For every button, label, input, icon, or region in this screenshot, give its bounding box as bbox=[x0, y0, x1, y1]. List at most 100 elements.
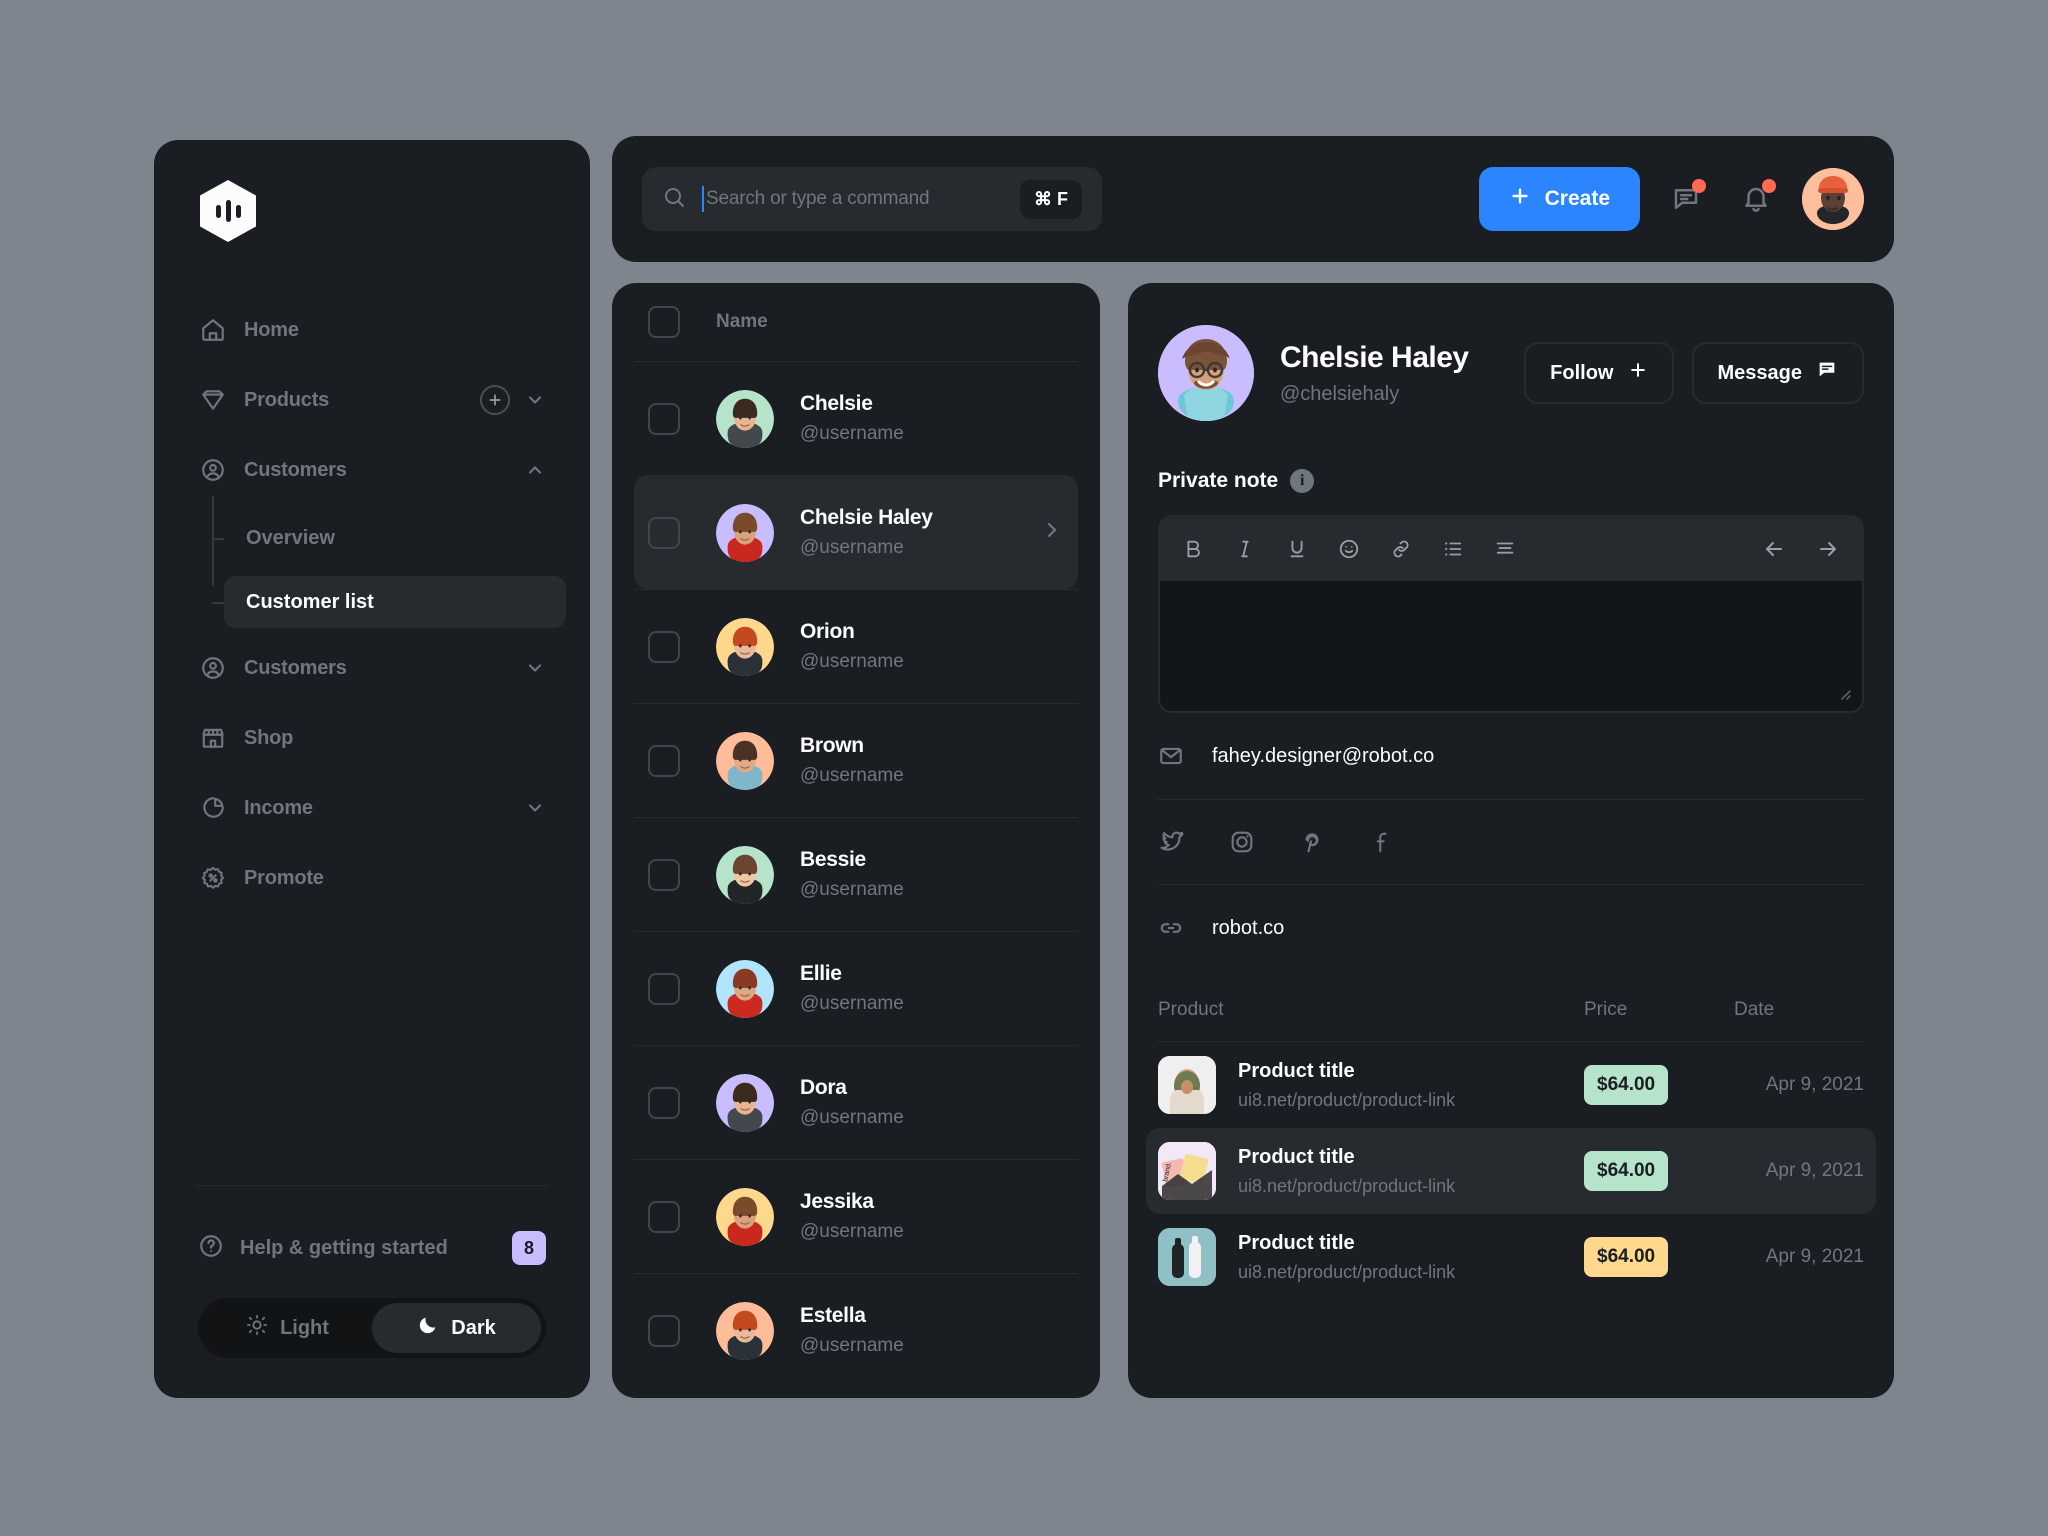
theme-option-dark[interactable]: Dark bbox=[372, 1303, 541, 1353]
row-text: Jessika @username bbox=[800, 1190, 904, 1243]
help-label: Help & getting started bbox=[240, 1236, 448, 1259]
row-checkbox[interactable] bbox=[648, 1200, 680, 1233]
row-checkbox[interactable] bbox=[648, 1314, 680, 1347]
logo-container[interactable] bbox=[154, 140, 590, 242]
align-icon[interactable] bbox=[1494, 538, 1516, 560]
email-row[interactable]: fahey.designer@robot.co bbox=[1158, 713, 1864, 800]
sidebar-item-label: Shop bbox=[244, 726, 294, 749]
row-checkbox[interactable] bbox=[648, 630, 680, 663]
customer-name: Estella bbox=[800, 1304, 866, 1327]
create-button-label: Create bbox=[1544, 187, 1610, 210]
question-circle-icon bbox=[198, 1233, 224, 1264]
search-icon bbox=[662, 185, 686, 214]
table-row[interactable]: Chelsie @username bbox=[634, 361, 1078, 475]
arrow-right-icon[interactable] bbox=[1816, 537, 1840, 561]
row-checkbox[interactable] bbox=[648, 744, 680, 777]
product-thumbnail bbox=[1158, 1056, 1216, 1114]
product-thumbnail bbox=[1158, 1228, 1216, 1286]
help-getting-started[interactable]: Help & getting started 8 bbox=[154, 1220, 590, 1276]
table-row[interactable]: Orion @username bbox=[634, 589, 1078, 703]
customer-username: @username bbox=[800, 423, 904, 444]
row-checkbox[interactable] bbox=[648, 1086, 680, 1119]
product-meta: Product title ui8.net/product/product-lin… bbox=[1238, 1146, 1584, 1197]
price-badge-wrap: $64.00 bbox=[1584, 1237, 1734, 1277]
customer-name: Chelsie Haley bbox=[800, 506, 933, 529]
sidebar-item-label: Products bbox=[244, 388, 330, 411]
table-row[interactable]: Jessika @username bbox=[634, 1159, 1078, 1273]
user-avatar[interactable] bbox=[1802, 168, 1864, 230]
add-product-button[interactable] bbox=[480, 385, 510, 415]
instagram-icon[interactable] bbox=[1228, 828, 1256, 856]
create-button[interactable]: Create bbox=[1478, 167, 1640, 231]
table-row[interactable]: Estella @username bbox=[634, 1273, 1078, 1387]
chevron-down-icon[interactable] bbox=[524, 389, 546, 411]
price-badge-wrap: $64.00 bbox=[1584, 1151, 1734, 1191]
chevron-right-icon[interactable] bbox=[1040, 518, 1064, 547]
notifications-button[interactable] bbox=[1732, 175, 1780, 223]
pie-chart-icon bbox=[198, 793, 228, 823]
chevron-down-icon[interactable] bbox=[524, 657, 546, 679]
product-row[interactable]: Product title ui8.net/product/product-lin… bbox=[1146, 1214, 1876, 1300]
text-caret bbox=[702, 186, 704, 212]
sidebar-item-label: Home bbox=[244, 318, 299, 341]
sidebar-item-customer-list[interactable]: Customer list bbox=[212, 576, 566, 628]
customer-name: Jessika bbox=[800, 1190, 874, 1213]
note-textarea[interactable] bbox=[1160, 581, 1862, 711]
table-row[interactable]: Dora @username bbox=[634, 1045, 1078, 1159]
help-badge: 8 bbox=[512, 1231, 546, 1265]
follow-button[interactable]: Follow bbox=[1524, 342, 1674, 404]
link-icon[interactable] bbox=[1390, 538, 1412, 560]
row-checkbox[interactable] bbox=[648, 402, 680, 435]
arrow-left-icon[interactable] bbox=[1762, 537, 1786, 561]
sidebar-item-customers-2[interactable]: Customers bbox=[178, 640, 566, 696]
table-row[interactable]: Chelsie Haley @username bbox=[634, 475, 1078, 589]
website-row[interactable]: robot.co bbox=[1158, 885, 1864, 971]
bold-icon[interactable] bbox=[1182, 538, 1204, 560]
app-root: Home Products Customers Overview Custome… bbox=[0, 0, 2048, 1536]
info-icon[interactable]: i bbox=[1290, 469, 1315, 493]
product-row[interactable]: Product title ui8.net/product/product-lin… bbox=[1146, 1042, 1876, 1128]
search-placeholder: Search or type a command bbox=[706, 188, 930, 209]
sidebar-item-shop[interactable]: Shop bbox=[178, 710, 566, 766]
link-icon bbox=[1158, 915, 1192, 941]
sidebar-item-promote[interactable]: Promote bbox=[178, 850, 566, 906]
table-row[interactable]: Brown @username bbox=[634, 703, 1078, 817]
resize-handle-icon[interactable] bbox=[1836, 685, 1852, 701]
sidebar-item-products[interactable]: Products bbox=[178, 372, 566, 428]
messages-button[interactable] bbox=[1662, 175, 1710, 223]
price-badge: $64.00 bbox=[1584, 1151, 1669, 1191]
products-table-body: Product title ui8.net/product/product-lin… bbox=[1146, 1042, 1876, 1300]
select-all-checkbox[interactable] bbox=[648, 306, 680, 338]
search-input[interactable]: Search or type a command ⌘ F bbox=[642, 167, 1102, 231]
theme-toggle[interactable]: Light Dark bbox=[198, 1298, 546, 1358]
pinterest-icon[interactable] bbox=[1298, 828, 1326, 856]
row-checkbox[interactable] bbox=[648, 972, 680, 1005]
customer-name: Bessie bbox=[800, 848, 866, 871]
product-row[interactable]: brand. Product title ui8.net/product/produ… bbox=[1146, 1128, 1876, 1214]
list-icon[interactable] bbox=[1442, 538, 1464, 560]
emoji-icon[interactable] bbox=[1338, 538, 1360, 560]
sidebar-item-overview[interactable]: Overview bbox=[212, 512, 566, 564]
price-badge: $64.00 bbox=[1584, 1237, 1669, 1277]
underline-icon[interactable] bbox=[1286, 538, 1308, 560]
chevron-down-icon[interactable] bbox=[524, 797, 546, 819]
sidebar-item-home[interactable]: Home bbox=[178, 302, 566, 358]
moon-icon bbox=[417, 1314, 439, 1342]
table-row[interactable]: Ellie @username bbox=[634, 931, 1078, 1045]
italic-icon[interactable] bbox=[1234, 538, 1256, 560]
percent-badge-icon bbox=[198, 863, 228, 893]
message-button[interactable]: Message bbox=[1691, 342, 1864, 404]
sidebar: Home Products Customers Overview Custome… bbox=[154, 140, 590, 1398]
table-row[interactable]: Bessie @username bbox=[634, 817, 1078, 931]
chevron-up-icon[interactable] bbox=[524, 459, 546, 481]
theme-option-light[interactable]: Light bbox=[203, 1303, 372, 1353]
product-title: Product title bbox=[1238, 1059, 1355, 1082]
sidebar-item-income[interactable]: Income bbox=[178, 780, 566, 836]
twitter-icon[interactable] bbox=[1158, 828, 1186, 856]
list-header-row: Name bbox=[634, 283, 1078, 361]
row-checkbox[interactable] bbox=[648, 516, 680, 549]
facebook-icon[interactable] bbox=[1368, 828, 1396, 856]
note-editor bbox=[1158, 515, 1864, 713]
row-checkbox[interactable] bbox=[648, 858, 680, 891]
sidebar-item-customers[interactable]: Customers bbox=[178, 442, 566, 498]
